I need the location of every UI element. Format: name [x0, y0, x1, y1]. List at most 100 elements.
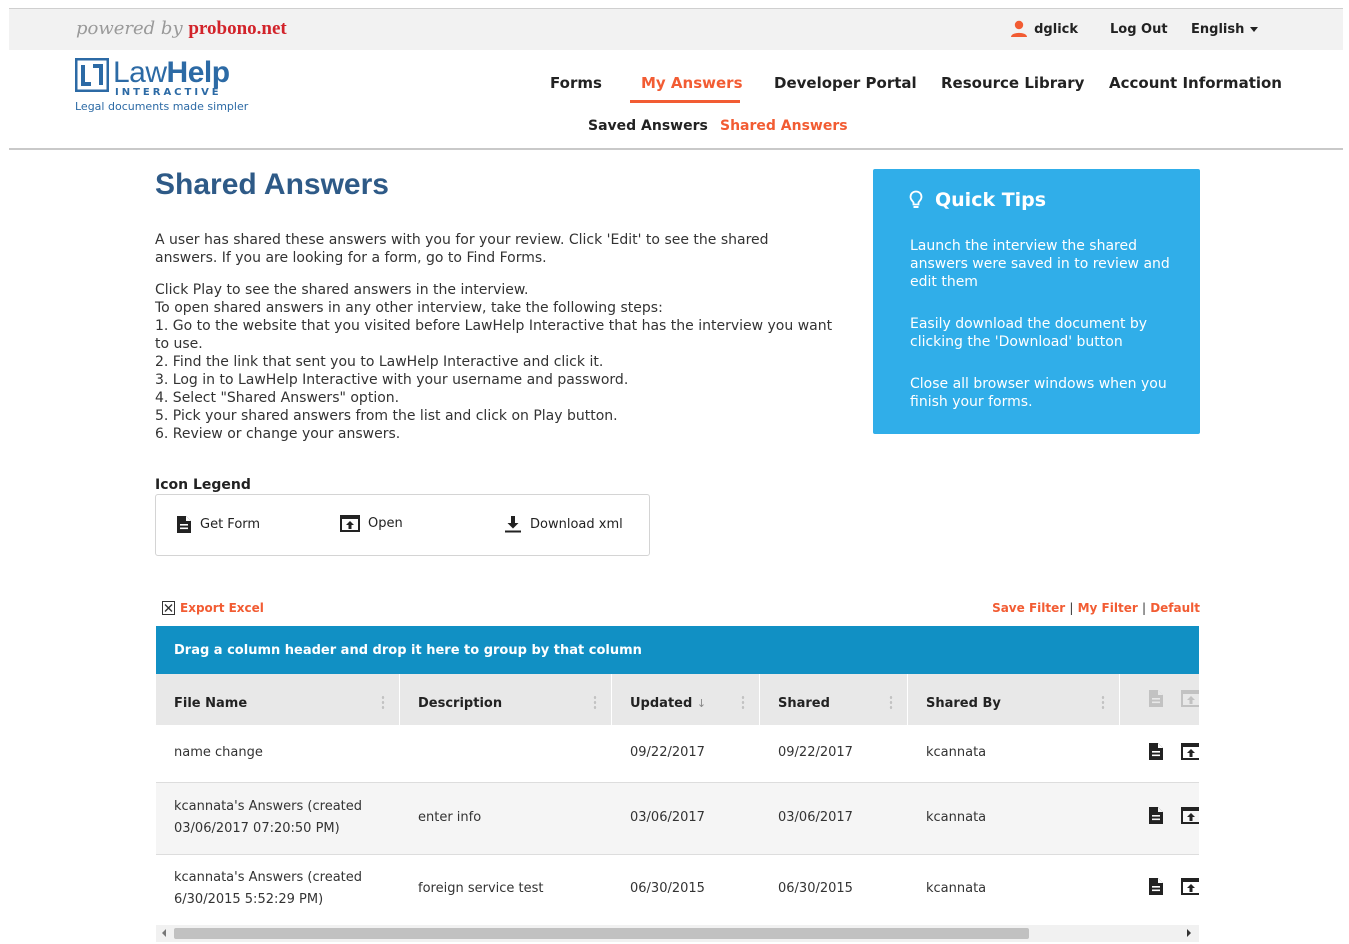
scrollbar-thumb[interactable] [174, 928, 1029, 939]
subnav-shared-answers[interactable]: Shared Answers [720, 118, 848, 134]
my-filter-link[interactable]: My Filter [1078, 601, 1138, 615]
subnav-saved-answers[interactable]: Saved Answers [588, 118, 708, 134]
language-selector[interactable]: English [1191, 22, 1259, 37]
get-form-icon[interactable] [1148, 877, 1164, 896]
username: dglick [1034, 21, 1078, 37]
cell-shared: 09/22/2017 [778, 745, 853, 760]
cell-description: enter info [418, 810, 482, 825]
cell-shared: 06/30/2015 [778, 881, 853, 896]
page-title: Shared Answers [155, 168, 389, 201]
open-icon [340, 515, 360, 532]
probono-brand[interactable]: probono.net [188, 18, 286, 39]
tip-item: Close all browser windows when you finis… [910, 376, 1167, 410]
column-header-shared[interactable]: Shared [760, 674, 908, 725]
document-icon [177, 516, 191, 533]
nav-forms[interactable]: Forms [550, 74, 602, 92]
column-menu-icon[interactable] [381, 695, 385, 711]
excel-icon [162, 601, 175, 615]
lightbulb-icon [909, 190, 923, 208]
open-icon[interactable] [1181, 743, 1199, 760]
column-header-description[interactable]: Description [400, 674, 612, 725]
instruction-line: Click Play to see the shared answers in … [155, 282, 529, 298]
document-icon [1149, 690, 1163, 707]
powered-by[interactable]: powered by probono.net [76, 18, 287, 40]
column-header-shared-by[interactable]: Shared By [908, 674, 1120, 725]
instruction-line: 1. Go to the website that you visited be… [155, 318, 833, 352]
cell-updated: 03/06/2017 [630, 810, 705, 825]
tip-item: Launch the interview the shared answers … [910, 238, 1170, 290]
table-row[interactable]: name change 09/22/2017 09/22/2017 kcanna… [156, 725, 1199, 783]
legend-download-xml: Download xml [504, 515, 623, 533]
column-header-file-name[interactable]: File Name [156, 674, 400, 725]
column-menu-icon[interactable] [1101, 695, 1105, 711]
instructions: Click Play to see the shared answers in … [155, 281, 835, 443]
top-strip: powered by probono.net dglick Log Out En… [9, 8, 1343, 50]
instruction-line: 2. Find the link that sent you to LawHel… [155, 354, 604, 370]
cell-shared: 03/06/2017 [778, 810, 853, 825]
instruction-line: 3. Log in to LawHelp Interactive with yo… [155, 372, 629, 388]
icon-legend-title: Icon Legend [155, 477, 251, 493]
column-header-updated[interactable]: Updated ↓ [612, 674, 760, 725]
separator: | [1141, 601, 1146, 615]
nav-resource-library[interactable]: Resource Library [941, 74, 1084, 92]
instruction-line: To open shared answers in any other inte… [155, 300, 663, 316]
default-filter-link[interactable]: Default [1150, 601, 1200, 615]
logout-link[interactable]: Log Out [1110, 22, 1168, 37]
user-menu[interactable]: dglick [1010, 20, 1078, 38]
cell-shared-by: kcannata [926, 881, 987, 896]
filter-links: Save Filter | My Filter | Default [992, 601, 1200, 615]
scroll-right-icon[interactable] [1187, 929, 1191, 937]
column-menu-icon[interactable] [889, 695, 893, 711]
shared-answers-grid: Drag a column header and drop it here to… [156, 626, 1199, 944]
group-by-drop-zone[interactable]: Drag a column header and drop it here to… [156, 626, 1199, 674]
logo-tagline: Legal documents made simpler [75, 100, 249, 113]
cell-shared-by: kcannata [926, 745, 987, 760]
nav-active-underline [630, 100, 740, 103]
instruction-line: 6. Review or change your answers. [155, 426, 401, 442]
column-menu-icon[interactable] [741, 695, 745, 711]
get-form-icon[interactable] [1148, 806, 1164, 825]
logo-mark-icon [75, 58, 109, 92]
language-label: English [1191, 22, 1245, 37]
instruction-line: 5. Pick your shared answers from the lis… [155, 408, 618, 424]
nav-account-information[interactable]: Account Information [1109, 74, 1282, 92]
site-header: LawHelp INTERACTIVE Legal documents made… [9, 50, 1343, 150]
get-form-icon[interactable] [1148, 742, 1164, 761]
open-icon [1181, 690, 1199, 707]
save-filter-link[interactable]: Save Filter [992, 601, 1065, 615]
quick-tips-heading: Quick Tips [909, 189, 1046, 211]
tip-item: Easily download the document by clicking… [910, 316, 1148, 350]
logo-wordmark: LawHelp [113, 56, 230, 89]
table-row[interactable]: kcannata's Answers (created 03/06/2017 0… [156, 783, 1199, 855]
cell-file-name: kcannata's Answers (created 6/30/2015 5:… [174, 870, 363, 907]
instruction-line: 4. Select "Shared Answers" option. [155, 390, 400, 406]
cell-file-name: kcannata's Answers (created 03/06/2017 0… [174, 799, 363, 836]
intro-text: A user has shared these answers with you… [155, 232, 769, 266]
grid-horizontal-scrollbar[interactable] [156, 925, 1199, 942]
cell-shared-by: kcannata [926, 810, 987, 825]
nav-developer-portal[interactable]: Developer Portal [774, 74, 917, 92]
separator: | [1069, 601, 1074, 615]
cell-updated: 06/30/2015 [630, 881, 705, 896]
table-row[interactable]: kcannata's Answers (created 6/30/2015 5:… [156, 855, 1199, 927]
chevron-down-icon [1250, 27, 1259, 32]
sort-desc-icon: ↓ [696, 697, 707, 710]
user-icon [1011, 20, 1028, 37]
cell-description: foreign service test [418, 881, 544, 896]
column-header-actions [1120, 674, 1199, 725]
export-excel-button[interactable]: Export Excel [162, 601, 264, 615]
legend-open: Open [340, 515, 403, 532]
open-icon[interactable] [1181, 878, 1199, 895]
grid-header: File Name Description Updated ↓ Shared S… [156, 674, 1199, 725]
scroll-left-icon[interactable] [162, 929, 166, 937]
logo-sub: INTERACTIVE [115, 87, 222, 98]
open-icon[interactable] [1181, 807, 1199, 824]
nav-my-answers[interactable]: My Answers [641, 74, 743, 92]
cell-file-name: name change [174, 745, 263, 760]
icon-legend: Get Form Open Download xml [155, 494, 650, 556]
powered-prefix: powered by [76, 18, 183, 39]
cell-updated: 09/22/2017 [630, 745, 705, 760]
column-menu-icon[interactable] [593, 695, 597, 711]
quick-tips-panel: Quick Tips Launch the interview the shar… [873, 169, 1200, 434]
download-icon [505, 516, 521, 533]
